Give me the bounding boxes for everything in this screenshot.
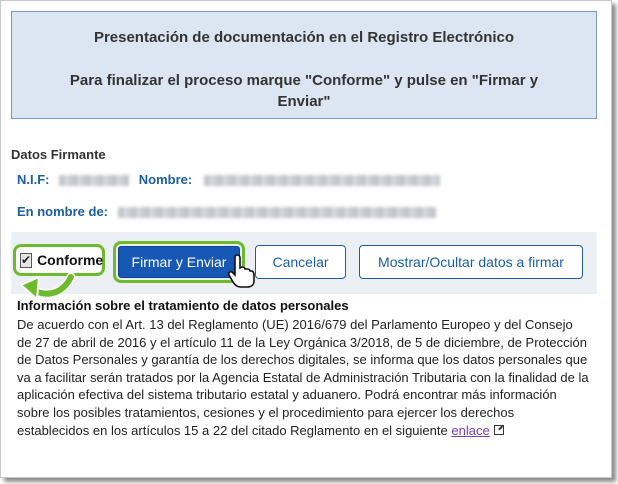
privacy-text: De acuerdo con el Art. 13 del Reglamento…	[17, 316, 589, 439]
nombre-label: Nombre:	[138, 172, 193, 187]
instruction-text: Para finalizar el proceso marque "Confor…	[69, 72, 539, 110]
on-behalf-value-redacted	[117, 207, 436, 219]
sign-and-send-button[interactable]: Firmar y Enviar	[118, 246, 240, 278]
on-behalf-label: En nombre de:	[17, 204, 109, 219]
screenshot-frame: Presentación de documentación en el Regi…	[0, 0, 612, 478]
green-arrow-icon	[19, 272, 76, 302]
sign-button-highlight: Firmar y Enviar	[113, 241, 245, 283]
privacy-link[interactable]: enlace	[451, 423, 489, 438]
nif-value-redacted	[59, 175, 130, 187]
external-link-icon	[493, 424, 504, 435]
header-banner: Presentación de documentación en el Regi…	[11, 11, 597, 119]
cancel-button[interactable]: Cancelar	[255, 245, 346, 279]
nif-row: N.I.F: Nombre:	[17, 172, 440, 187]
on-behalf-row: En nombre de:	[17, 204, 436, 219]
privacy-body: De acuerdo con el Art. 13 del Reglamento…	[17, 317, 589, 438]
nif-label: N.I.F:	[17, 172, 50, 187]
signer-section-title: Datos Firmante	[11, 147, 106, 162]
hand-pointer-icon	[227, 254, 255, 288]
nombre-value-redacted	[203, 175, 440, 187]
page-title: Presentación de documentación en el Regi…	[93, 29, 515, 46]
toggle-data-button[interactable]: Mostrar/Ocultar datos a firmar	[359, 245, 583, 279]
